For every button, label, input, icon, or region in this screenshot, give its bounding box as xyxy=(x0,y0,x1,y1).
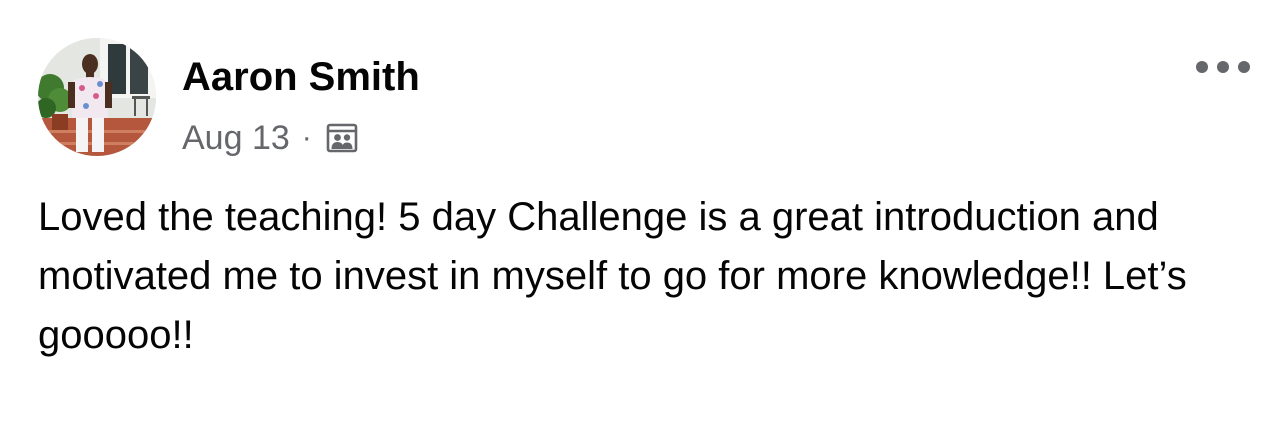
post-message: Loved the teaching! 5 day Challenge is a… xyxy=(38,195,1187,357)
meta-separator: · xyxy=(301,121,312,154)
more-options-button[interactable] xyxy=(1196,50,1250,84)
post-card: Aaron Smith Aug 13 · Loved the teaching!… xyxy=(0,0,1284,435)
post-meta: Aug 13 · xyxy=(182,116,358,160)
more-options-icon-dot xyxy=(1217,61,1229,73)
post-date[interactable]: Aug 13 xyxy=(182,119,290,158)
group-members-icon[interactable] xyxy=(326,122,358,154)
author-name[interactable]: Aaron Smith xyxy=(182,54,420,100)
avatar-photo xyxy=(38,38,156,156)
more-options-icon-dot xyxy=(1238,61,1250,73)
author-avatar[interactable] xyxy=(38,38,156,156)
more-options-icon-dot xyxy=(1196,61,1208,73)
